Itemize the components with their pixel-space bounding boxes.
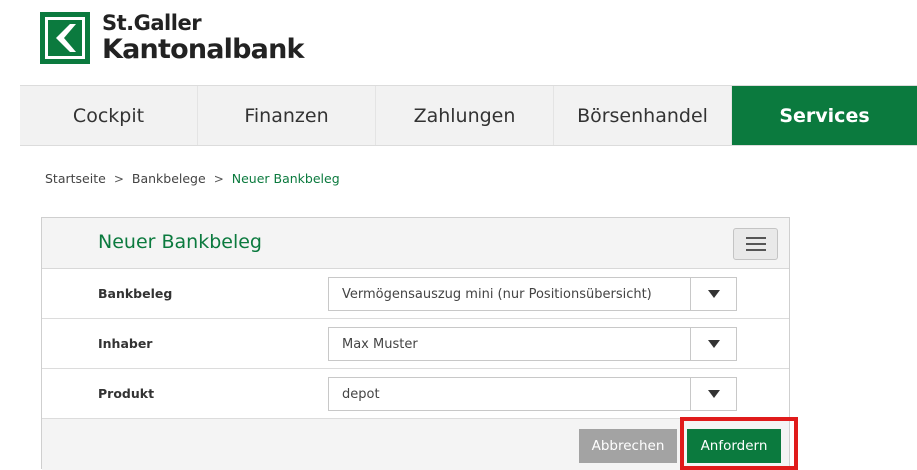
nav-item-zahlungen[interactable]: Zahlungen	[376, 86, 554, 145]
cancel-button[interactable]: Abbrechen	[579, 429, 677, 463]
new-bank-document-panel: Neuer Bankbeleg Bankbeleg Vermögensauszu…	[41, 217, 790, 470]
produkt-select[interactable]: depot	[328, 377, 737, 411]
breadcrumb: Startseite > Bankbelege > Neuer Bankbele…	[45, 171, 340, 186]
breadcrumb-separator: >	[213, 171, 224, 186]
breadcrumb-item-current: Neuer Bankbeleg	[231, 171, 340, 186]
panel-header: Neuer Bankbeleg	[42, 218, 789, 269]
breadcrumb-item-bankbelege[interactable]: Bankbelege	[132, 171, 206, 186]
page: St.Galler Kantonalbank Cockpit Finanzen …	[0, 0, 917, 470]
field-label-bankbeleg: Bankbeleg	[98, 286, 173, 301]
inhaber-select[interactable]: Max Muster	[328, 327, 737, 361]
nav-item-finanzen[interactable]: Finanzen	[198, 86, 376, 145]
breadcrumb-item-startseite[interactable]: Startseite	[45, 171, 106, 186]
panel-footer: Abbrechen Anfordern	[42, 419, 789, 470]
inhaber-select-value: Max Muster	[342, 336, 418, 352]
bank-logo[interactable]: St.Galler Kantonalbank	[40, 12, 304, 64]
dropdown-arrow-icon[interactable]	[690, 328, 736, 360]
field-label-produkt: Produkt	[98, 386, 155, 401]
nav-item-cockpit[interactable]: Cockpit	[20, 86, 198, 145]
form-row-inhaber: Inhaber Max Muster	[42, 319, 789, 369]
main-nav: Cockpit Finanzen Zahlungen Börsenhandel …	[20, 85, 917, 146]
bankbeleg-select[interactable]: Vermögensauszug mini (nur Positionsübers…	[328, 277, 737, 311]
brand-line-2: Kantonalbank	[102, 34, 304, 65]
hamburger-menu-icon[interactable]	[733, 228, 778, 260]
nav-item-boersenhandel[interactable]: Börsenhandel	[554, 86, 732, 145]
request-button[interactable]: Anfordern	[687, 429, 781, 463]
brand-line-1: St.Galler	[102, 11, 202, 35]
dropdown-arrow-icon[interactable]	[690, 278, 736, 310]
bankbeleg-select-value: Vermögensauszug mini (nur Positionsübers…	[342, 286, 652, 302]
field-label-inhaber: Inhaber	[98, 336, 153, 351]
form-row-produkt: Produkt depot	[42, 369, 789, 419]
form-row-bankbeleg: Bankbeleg Vermögensauszug mini (nur Posi…	[42, 269, 789, 319]
produkt-select-value: depot	[342, 386, 380, 402]
breadcrumb-separator: >	[113, 171, 124, 186]
bank-logo-icon	[40, 12, 90, 64]
nav-item-services[interactable]: Services	[732, 86, 917, 145]
panel-title: Neuer Bankbeleg	[98, 231, 262, 253]
dropdown-arrow-icon[interactable]	[690, 378, 736, 410]
